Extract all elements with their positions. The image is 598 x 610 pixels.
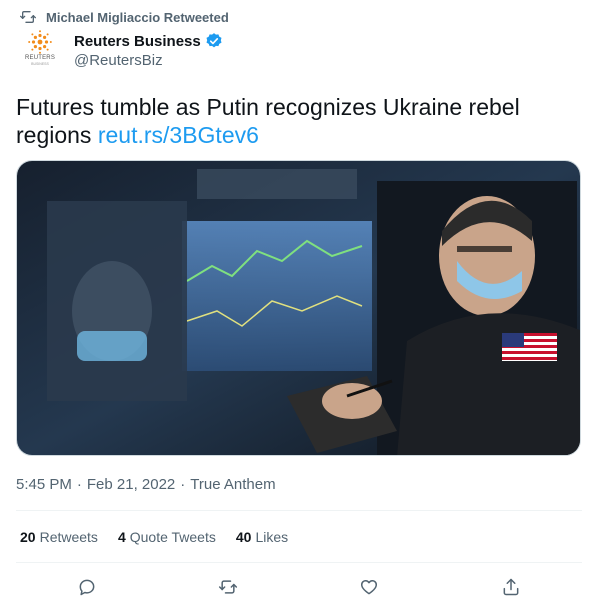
retweets-label: Retweets: [39, 529, 98, 545]
logo-subtext: BUSINESS: [31, 62, 49, 66]
retweet-icon: [20, 11, 36, 23]
reply-icon: [79, 579, 95, 596]
quotes-label: Quote Tweets: [129, 529, 216, 545]
retweet-icon: [218, 580, 238, 594]
likes-count: 40: [235, 529, 252, 545]
author-name-line[interactable]: Reuters Business: [74, 32, 223, 50]
tweet-source: True Anthem: [190, 476, 276, 493]
author-name[interactable]: Reuters Business: [74, 33, 201, 50]
tweet-time[interactable]: 5:45 PM: [16, 476, 72, 493]
meta-separator: ·: [76, 476, 82, 493]
verified-badge-icon: [206, 33, 222, 48]
tweet-meta: 5:45 PM · Feb 21, 2022 · True Anthem: [16, 476, 276, 493]
divider: [16, 562, 582, 563]
retweet-header[interactable]: Michael Migliaccio Retweeted: [20, 8, 229, 26]
tweet-link[interactable]: reut.rs/3BGtev6: [98, 122, 259, 148]
tweet-photo[interactable]: [16, 160, 581, 456]
retweets-count: 20: [20, 529, 36, 545]
tweet-author: REUTERS BUSINESS Reuters Business @Reute…: [20, 30, 223, 70]
author-handle[interactable]: @ReutersBiz: [74, 52, 223, 69]
tweet-date[interactable]: Feb 21, 2022: [87, 476, 175, 493]
stat-likes[interactable]: 40 Likes: [236, 529, 288, 545]
like-icon: [360, 580, 378, 595]
likes-label: Likes: [255, 529, 289, 545]
meta-separator: ·: [180, 476, 186, 493]
trader-photo-image: [17, 161, 580, 455]
stat-retweets[interactable]: 20 Retweets: [20, 529, 98, 545]
share-button[interactable]: [497, 573, 525, 601]
tweet-text: Futures tumble as Putin recognizes Ukrai…: [16, 93, 576, 149]
stat-quote-tweets[interactable]: 4 Quote Tweets: [118, 529, 216, 545]
reuters-logo-icon: [28, 30, 52, 54]
logo-text: REUTERS: [24, 55, 56, 61]
retweet-text: Michael Migliaccio Retweeted: [46, 9, 229, 25]
tweet-body: Futures tumble as Putin recognizes Ukrai…: [16, 94, 520, 148]
avatar[interactable]: REUTERS BUSINESS: [20, 30, 60, 70]
reply-button[interactable]: [73, 573, 101, 601]
quotes-count: 4: [117, 529, 126, 545]
tweet-actions: [0, 573, 598, 601]
divider: [16, 510, 582, 511]
like-button[interactable]: [355, 573, 383, 601]
tweet-stats: 20 Retweets 4 Quote Tweets 40 Likes: [20, 529, 288, 545]
share-icon: [503, 578, 519, 596]
retweet-button[interactable]: [214, 573, 242, 601]
author-names: Reuters Business @ReutersBiz: [74, 30, 223, 70]
